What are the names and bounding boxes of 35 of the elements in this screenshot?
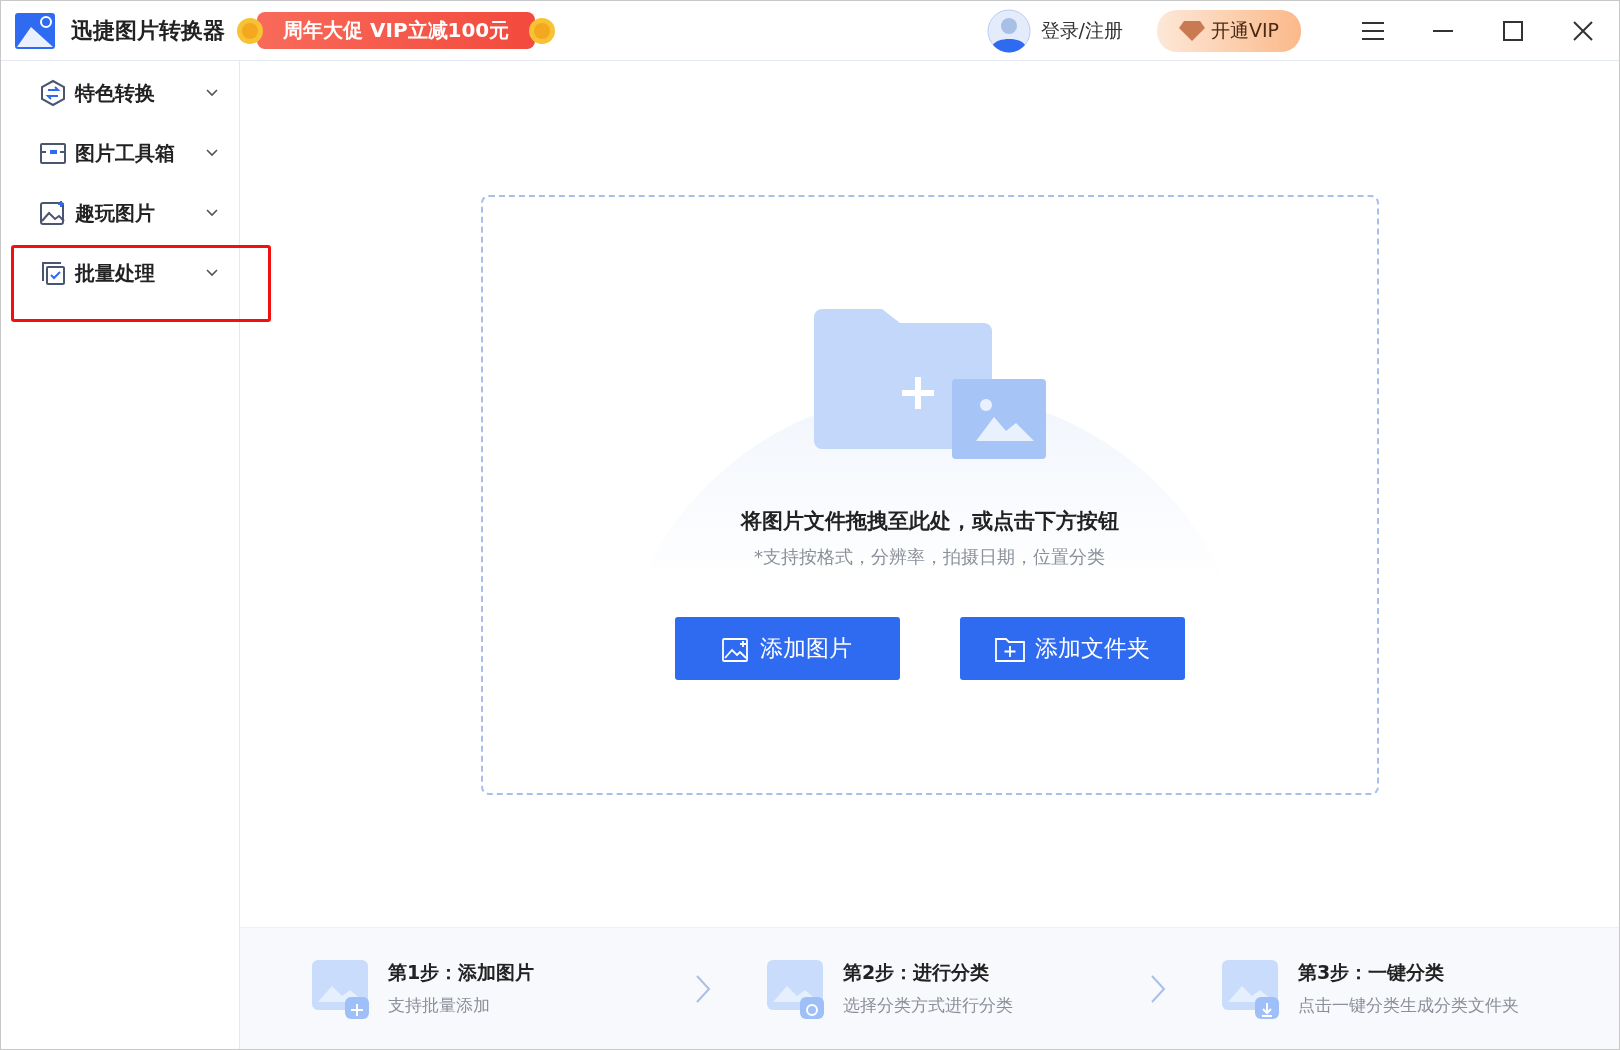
step-title: 第2步：进行分类 <box>843 960 991 985</box>
coin-icon <box>527 15 558 46</box>
sidebar-item[interactable]: 图片工具箱 <box>1 123 239 183</box>
convert-icon <box>39 79 67 107</box>
chevron-down-icon <box>205 88 219 98</box>
drop-subtitle: *支持按格式，分辨率，拍摄日期，位置分类 <box>754 545 1105 569</box>
sidebar-item[interactable]: 批量处理 <box>1 243 239 303</box>
close-icon <box>1572 19 1594 42</box>
coin-icon <box>235 15 265 46</box>
maximize-icon <box>1503 20 1523 41</box>
sidebar-item[interactable]: 趣玩图片 <box>1 183 239 243</box>
diamond-icon <box>1178 19 1205 42</box>
step-description: 选择分类方式进行分类 <box>843 994 1013 1017</box>
app-title: 迅捷图片转换器 <box>71 16 225 45</box>
step-description: 支持批量添加 <box>388 994 491 1017</box>
chevron-down-icon <box>205 148 219 158</box>
vip-button[interactable]: 开通VIP <box>1156 9 1301 52</box>
batch-check-icon <box>39 259 67 287</box>
menu-icon <box>1361 20 1385 41</box>
image-sparkle-icon <box>39 199 67 227</box>
chevron-down-icon <box>205 208 219 218</box>
sidebar-item[interactable]: 特色转换 <box>1 63 239 123</box>
chevron-down-icon <box>205 268 219 278</box>
drop-title: 将图片文件拖拽至此处，或点击下方按钮 <box>740 508 1119 535</box>
minimize-icon <box>1432 28 1454 33</box>
app-logo-icon <box>15 12 55 49</box>
avatar-icon[interactable] <box>986 8 1031 53</box>
step-description: 点击一键分类生成分类文件夹 <box>1298 994 1519 1017</box>
step-title: 第3步：一键分类 <box>1298 960 1446 985</box>
login-link[interactable]: 登录/注册 <box>1040 17 1123 44</box>
add-image-icon <box>722 635 750 662</box>
add-image-button[interactable]: 添加图片 <box>674 617 900 680</box>
step-title: 第1步：添加图片 <box>388 960 535 985</box>
add-folder-button[interactable]: 添加文件夹 <box>959 617 1185 680</box>
add-folder-icon <box>994 635 1025 662</box>
